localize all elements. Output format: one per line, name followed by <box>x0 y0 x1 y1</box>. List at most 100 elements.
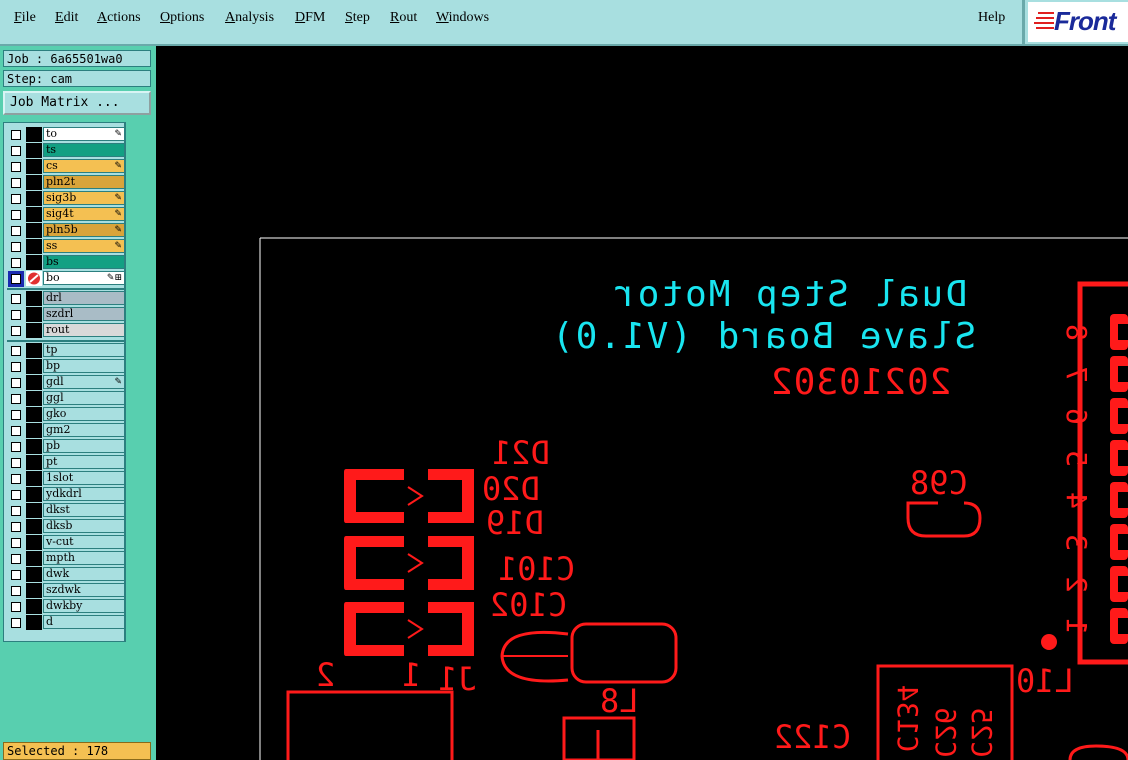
layer-color-slot[interactable] <box>26 127 42 142</box>
layer-color-slot[interactable] <box>26 271 42 286</box>
menu-file[interactable]: File <box>14 10 36 26</box>
layer-color-slot[interactable] <box>26 407 42 422</box>
job-matrix-button[interactable]: Job Matrix ... <box>3 91 151 115</box>
layer-name[interactable]: dksb <box>43 519 125 533</box>
layer-color-slot[interactable] <box>26 599 42 614</box>
layer-color-slot[interactable] <box>26 423 42 438</box>
layer-name[interactable]: szdrl <box>43 307 125 321</box>
layer-color-slot[interactable] <box>26 159 42 174</box>
layer-name[interactable]: ydkdrl <box>43 487 125 501</box>
layer-checkbox[interactable] <box>11 146 21 156</box>
layer-name[interactable]: 1slot <box>43 471 125 485</box>
menu-help[interactable]: Help <box>978 10 1005 26</box>
layer-row-szdwk[interactable]: szdwk <box>7 583 125 598</box>
layer-color-slot[interactable] <box>26 191 42 206</box>
layer-checkbox[interactable] <box>11 426 21 436</box>
layer-checkbox[interactable] <box>11 226 21 236</box>
layer-color-slot[interactable] <box>26 615 42 630</box>
layer-checkbox[interactable] <box>11 362 21 372</box>
layer-color-slot[interactable] <box>26 503 42 518</box>
layer-checkbox[interactable] <box>11 458 21 468</box>
layer-checkbox[interactable] <box>11 490 21 500</box>
layer-name[interactable]: to ✎ <box>43 127 125 141</box>
layer-color-slot[interactable] <box>26 567 42 582</box>
layer-name[interactable]: drl <box>43 291 125 305</box>
menu-rout[interactable]: Rout <box>390 10 417 26</box>
layer-name[interactable]: ts <box>43 143 125 157</box>
layer-row-tp[interactable]: tp <box>7 343 125 358</box>
layer-name[interactable]: bo ✎⊞ <box>43 271 125 285</box>
menu-actions[interactable]: Actions <box>97 10 141 26</box>
menu-windows[interactable]: Windows <box>436 10 489 26</box>
layer-row-ggl[interactable]: ggl <box>7 391 125 406</box>
layer-checkbox[interactable] <box>11 294 21 304</box>
layer-row-dwkby[interactable]: dwkby <box>7 599 125 614</box>
menu-edit[interactable]: Edit <box>55 10 78 26</box>
layer-name[interactable]: mpth <box>43 551 125 565</box>
layer-row-to[interactable]: to ✎ <box>7 127 125 142</box>
layer-row-ydkdrl[interactable]: ydkdrl <box>7 487 125 502</box>
layer-name[interactable]: pln2t <box>43 175 125 189</box>
layer-row-rout[interactable]: rout <box>7 323 125 338</box>
layer-name[interactable]: gko <box>43 407 125 421</box>
layer-color-slot[interactable] <box>26 551 42 566</box>
layer-row-sig4t[interactable]: sig4t ✎ <box>7 207 125 222</box>
layer-name[interactable]: cs ✎ <box>43 159 125 173</box>
layer-color-slot[interactable] <box>26 359 42 374</box>
layer-row-dksb[interactable]: dksb <box>7 519 125 534</box>
layer-name[interactable]: bs <box>43 255 125 269</box>
layer-checkbox[interactable] <box>11 258 21 268</box>
layer-name[interactable]: v-cut <box>43 535 125 549</box>
layer-list-scroll-strip[interactable] <box>125 122 154 642</box>
layer-color-slot[interactable] <box>26 535 42 550</box>
layer-name[interactable]: bp <box>43 359 125 373</box>
layer-color-slot[interactable] <box>26 323 42 338</box>
layer-color-slot[interactable] <box>26 519 42 534</box>
layer-row-v-cut[interactable]: v-cut <box>7 535 125 550</box>
layer-row-szdrl[interactable]: szdrl <box>7 307 125 322</box>
layer-checkbox[interactable] <box>11 326 21 336</box>
layer-checkbox[interactable] <box>11 586 21 596</box>
layer-row-cs[interactable]: cs ✎ <box>7 159 125 174</box>
graphics-canvas[interactable]: Dual Step Motor Slave Board (V1.0) 20210… <box>156 46 1128 760</box>
layer-checkbox[interactable] <box>11 570 21 580</box>
layer-checkbox[interactable] <box>11 394 21 404</box>
menu-options[interactable]: Options <box>160 10 204 26</box>
menu-step[interactable]: Step <box>345 10 370 26</box>
layer-name[interactable]: gdl ✎ <box>43 375 125 389</box>
layer-name[interactable]: rout <box>43 323 125 337</box>
layer-name[interactable]: dwkby <box>43 599 125 613</box>
layer-row-bo[interactable]: bo ✎⊞ <box>7 271 125 287</box>
layer-name[interactable]: dkst <box>43 503 125 517</box>
layer-checkbox[interactable] <box>11 178 21 188</box>
layer-name[interactable]: sig4t ✎ <box>43 207 125 221</box>
layer-color-slot[interactable] <box>26 223 42 238</box>
layer-name[interactable]: pb <box>43 439 125 453</box>
layer-checkbox[interactable] <box>11 602 21 612</box>
layer-checkbox[interactable] <box>11 346 21 356</box>
layer-checkbox[interactable] <box>11 538 21 548</box>
layer-color-slot[interactable] <box>26 375 42 390</box>
layer-row-pt[interactable]: pt <box>7 455 125 470</box>
layer-checkbox[interactable] <box>8 271 24 287</box>
layer-color-slot[interactable] <box>26 343 42 358</box>
layer-row-mpth[interactable]: mpth <box>7 551 125 566</box>
layer-name[interactable]: ggl <box>43 391 125 405</box>
layer-row-ss[interactable]: ss ✎ <box>7 239 125 254</box>
layer-checkbox[interactable] <box>11 130 21 140</box>
layer-checkbox[interactable] <box>11 310 21 320</box>
layer-row-pb[interactable]: pb <box>7 439 125 454</box>
layer-checkbox[interactable] <box>11 554 21 564</box>
layer-row-bp[interactable]: bp <box>7 359 125 374</box>
layer-row-d[interactable]: d <box>7 615 125 630</box>
layer-color-slot[interactable] <box>26 255 42 270</box>
menu-dfm[interactable]: DFM <box>295 10 325 26</box>
layer-color-slot[interactable] <box>26 487 42 502</box>
layer-checkbox[interactable] <box>11 522 21 532</box>
layer-row-ts[interactable]: ts <box>7 143 125 158</box>
layer-row-bs[interactable]: bs <box>7 255 125 270</box>
layer-row-dkst[interactable]: dkst <box>7 503 125 518</box>
layer-row-gdl[interactable]: gdl ✎ <box>7 375 125 390</box>
layer-color-slot[interactable] <box>26 175 42 190</box>
menu-analysis[interactable]: Analysis <box>225 10 274 26</box>
